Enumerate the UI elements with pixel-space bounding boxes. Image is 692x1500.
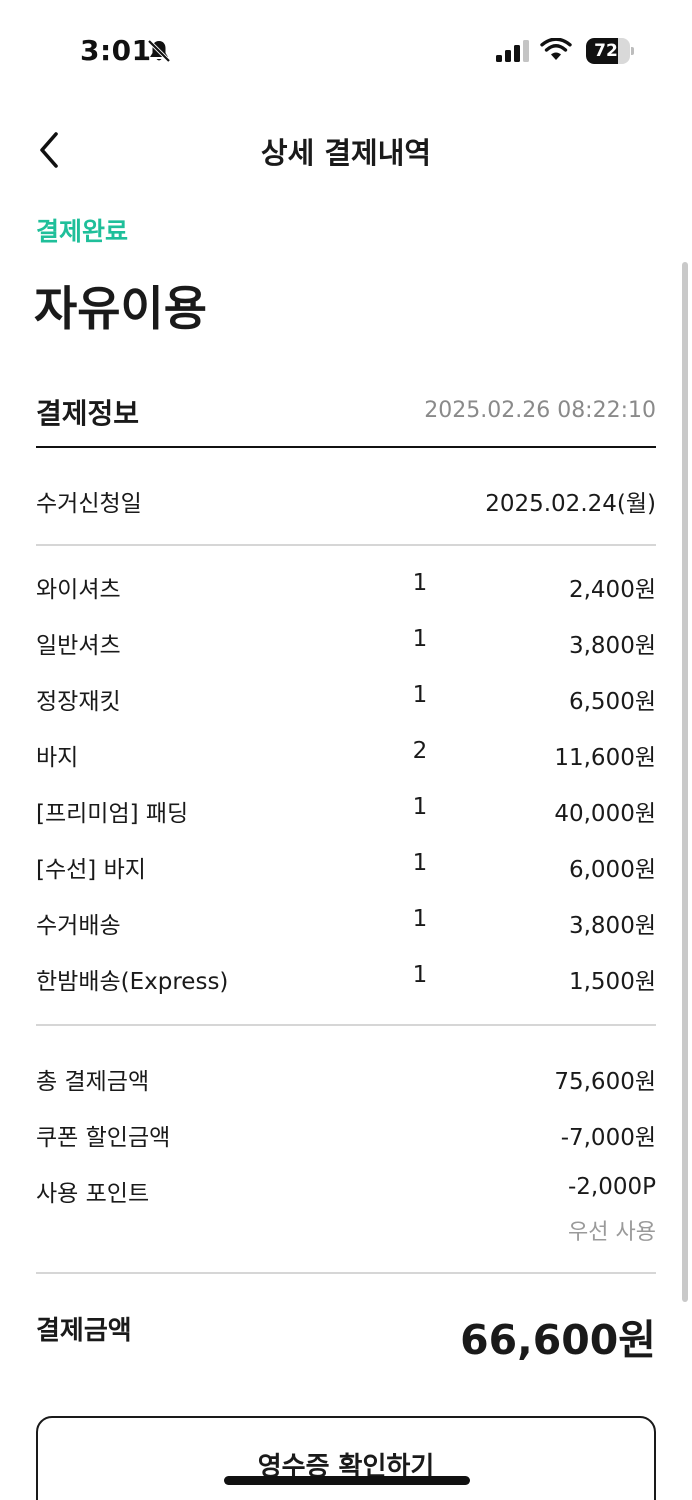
points-priority-note: 우선 사용 [568, 1220, 656, 1245]
used-points-label: 사용 포인트 [36, 1181, 150, 1207]
list-item: 정장재킷 1 6,500원 [36, 682, 656, 718]
final-amount-label: 결제금액 [36, 1316, 132, 1346]
item-name: 와이셔츠 [36, 577, 121, 603]
list-item: 수거배송 1 3,800원 [36, 906, 656, 942]
item-name: [수선] 바지 [36, 857, 146, 883]
divider [36, 544, 656, 546]
payment-status-label: 결제완료 [36, 217, 129, 246]
coupon-discount-row: 쿠폰 할인금액 -7,000원 [36, 1118, 656, 1154]
status-time: 3:01 [80, 34, 152, 67]
total-amount-value: 75,600원 [554, 1069, 656, 1095]
divider [36, 1272, 656, 1274]
status-bar: 3:01 72 [0, 0, 692, 100]
item-price: 6,500원 [568, 689, 656, 715]
item-quantity: 1 [412, 850, 428, 876]
item-price: 3,800원 [568, 913, 656, 939]
item-price: 40,000원 [554, 801, 656, 827]
divider [36, 1024, 656, 1026]
battery-cap [631, 47, 634, 55]
view-receipt-button[interactable]: 영수증 확인하기 [36, 1416, 656, 1500]
item-name: 일반셔츠 [36, 633, 121, 659]
item-name: 한밤배송(Express) [36, 969, 229, 995]
payment-info-header: 결제정보 2025.02.26 08:22:10 [36, 392, 656, 448]
item-price: 3,800원 [568, 633, 656, 659]
item-quantity: 1 [412, 682, 428, 708]
total-amount-row: 총 결제금액 75,600원 [36, 1062, 656, 1098]
list-item: 한밤배송(Express) 1 1,500원 [36, 962, 656, 998]
nav-header: 상세 결제내역 [0, 120, 692, 180]
wifi-icon [540, 38, 572, 60]
item-quantity: 2 [412, 738, 428, 764]
battery-level: 72 [594, 41, 618, 61]
item-name: 바지 [36, 745, 79, 771]
payment-info-title: 결제정보 [36, 397, 140, 430]
item-quantity: 1 [412, 570, 428, 596]
battery-icon: 72 [586, 38, 634, 64]
item-name: [프리미엄] 패딩 [36, 801, 189, 827]
list-item: [수선] 바지 1 6,000원 [36, 850, 656, 886]
coupon-discount-value: -7,000원 [560, 1125, 656, 1151]
item-quantity: 1 [412, 626, 428, 652]
used-points-row: 사용 포인트 -2,000P [36, 1174, 656, 1210]
item-quantity: 1 [412, 794, 428, 820]
item-price: 11,600원 [554, 745, 656, 771]
pickup-date-row: 수거신청일 2025.02.24(월) [36, 484, 656, 520]
coupon-discount-label: 쿠폰 할인금액 [36, 1125, 171, 1151]
list-item: 바지 2 11,600원 [36, 738, 656, 774]
service-title: 자유이용 [34, 282, 207, 337]
item-quantity: 1 [412, 906, 428, 932]
bell-slash-icon [147, 39, 171, 63]
item-name: 정장재킷 [36, 689, 121, 715]
page-title: 상세 결제내역 [260, 136, 432, 170]
item-price: 6,000원 [568, 857, 656, 883]
scrollbar[interactable] [682, 262, 688, 1302]
final-amount-value: 66,600원 [460, 1316, 656, 1364]
battery-body: 72 [586, 38, 630, 64]
list-item: [프리미엄] 패딩 1 40,000원 [36, 794, 656, 830]
item-name: 수거배송 [36, 913, 121, 939]
used-points-value: -2,000P [567, 1174, 656, 1200]
item-quantity: 1 [412, 962, 428, 988]
home-indicator [224, 1476, 470, 1485]
total-amount-label: 총 결제금액 [36, 1069, 150, 1095]
item-price: 1,500원 [568, 969, 656, 995]
item-price: 2,400원 [568, 577, 656, 603]
list-item: 와이셔츠 1 2,400원 [36, 570, 656, 606]
payment-datetime: 2025.02.26 08:22:10 [424, 398, 656, 423]
list-item: 일반셔츠 1 3,800원 [36, 626, 656, 662]
cellular-signal-icon [496, 40, 529, 62]
pickup-date-value: 2025.02.24(월) [485, 491, 656, 517]
pickup-date-label: 수거신청일 [36, 491, 142, 517]
